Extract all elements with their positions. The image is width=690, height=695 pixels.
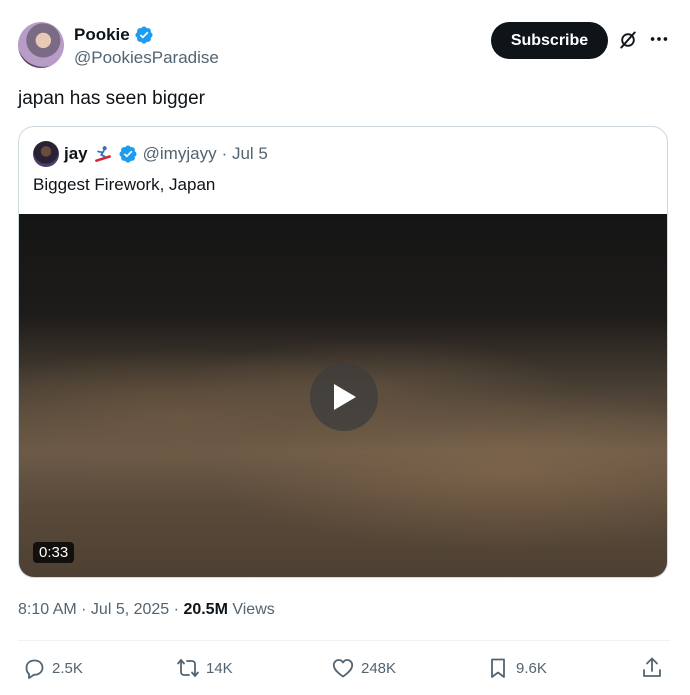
tweet-meta: 8:10 AM · Jul 5, 2025 · 20.5M Views bbox=[18, 601, 275, 619]
heart-icon bbox=[332, 659, 354, 678]
tweet-header: Pookie @PookiesParadise Subscribe bbox=[18, 22, 678, 70]
reply-icon bbox=[25, 659, 44, 679]
views-label: Views bbox=[232, 601, 275, 618]
meta-separator: · bbox=[173, 601, 184, 618]
quoted-tweet[interactable]: jay @imyjayy · Jul 5 Biggest Firework, J… bbox=[18, 126, 668, 578]
play-button[interactable] bbox=[310, 363, 378, 431]
tweet-timestamp[interactable]: 8:10 AM · Jul 5, 2025 bbox=[18, 601, 169, 618]
views-count: 20.5M bbox=[183, 601, 228, 618]
author-name[interactable]: Pookie bbox=[74, 25, 130, 45]
more-options-icon[interactable] bbox=[648, 28, 670, 50]
repost-button[interactable]: 14K bbox=[176, 656, 233, 680]
share-button[interactable] bbox=[640, 656, 664, 680]
video-duration: 0:33 bbox=[33, 542, 75, 563]
snowboarder-emoji-icon bbox=[94, 146, 111, 162]
action-bar: 2.5K 14K 248K 9.6K bbox=[18, 656, 670, 684]
quoted-tweet-header: jay @imyjayy · Jul 5 bbox=[33, 141, 268, 167]
author-name-row[interactable]: Pookie bbox=[74, 25, 154, 45]
author-handle[interactable]: @PookiesParadise bbox=[74, 48, 219, 68]
tweet-text: japan has seen bigger bbox=[18, 88, 205, 109]
repost-icon bbox=[177, 659, 199, 677]
quoted-author-handle[interactable]: @imyjayy bbox=[143, 144, 217, 164]
like-count: 248K bbox=[361, 659, 397, 677]
quoted-verified-badge-icon bbox=[119, 145, 137, 163]
quoted-date[interactable]: · Jul 5 bbox=[222, 144, 268, 164]
share-icon bbox=[643, 657, 661, 677]
quoted-avatar[interactable] bbox=[33, 141, 59, 167]
bookmark-count: 9.6K bbox=[516, 659, 547, 677]
divider bbox=[18, 640, 670, 641]
quoted-tweet-text: Biggest Firework, Japan bbox=[33, 175, 216, 194]
avatar[interactable] bbox=[18, 22, 64, 68]
reply-button[interactable]: 2.5K bbox=[22, 656, 83, 680]
subscribe-button[interactable]: Subscribe bbox=[491, 22, 608, 59]
video-player[interactable]: 0:33 bbox=[19, 214, 667, 577]
repost-count: 14K bbox=[206, 659, 233, 677]
like-button[interactable]: 248K bbox=[331, 656, 396, 680]
verified-badge-icon bbox=[135, 26, 153, 44]
reply-count: 2.5K bbox=[52, 659, 83, 677]
bookmark-button[interactable]: 9.6K bbox=[486, 656, 547, 680]
bookmark-icon bbox=[491, 658, 505, 678]
grok-icon[interactable] bbox=[618, 30, 638, 50]
quoted-author-name[interactable]: jay bbox=[64, 144, 88, 164]
play-icon bbox=[334, 384, 356, 410]
